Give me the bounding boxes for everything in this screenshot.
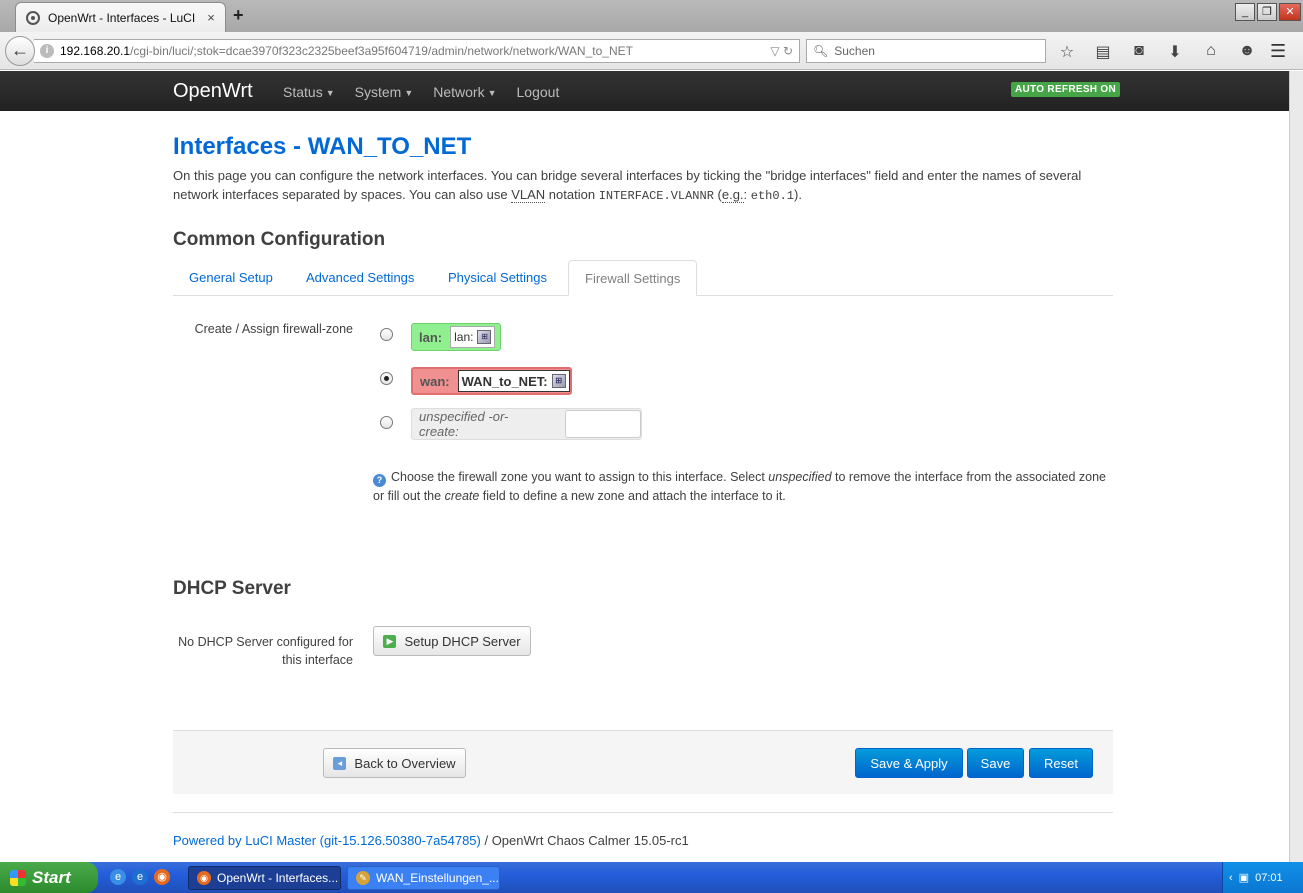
hamburger-menu-icon[interactable]: ☰ [1270, 41, 1286, 62]
firefox-icon: ◉ [197, 871, 211, 885]
url-bar[interactable]: i 192.168.20.1/cgi-bin/luci/;stok=dcae39… [34, 39, 800, 63]
pocket-icon[interactable]: ◙ [1128, 42, 1150, 62]
restore-button[interactable]: ❐ [1257, 3, 1277, 21]
nav-logout[interactable]: Logout [517, 84, 560, 100]
taskbar-item-firefox[interactable]: ◉ OpenWrt - Interfaces... [188, 866, 341, 890]
tab-firewall-settings[interactable]: Firewall Settings [568, 260, 698, 296]
save-apply-button[interactable]: Save & Apply [855, 748, 963, 778]
nav-status[interactable]: Status ▼ [283, 84, 335, 100]
tab-advanced-settings[interactable]: Advanced Settings [290, 260, 430, 296]
network-interface-icon: ⊞ [477, 330, 492, 344]
browser-tab[interactable]: OpenWrt - Interfaces - LuCI × [15, 2, 226, 32]
chevron-down-icon: ▼ [404, 88, 414, 99]
config-tabs: General Setup Advanced Settings Physical… [173, 260, 1113, 296]
luci-page: OpenWrt Status ▼ System ▼ Network ▼ Logout … [0, 71, 1289, 862]
browser-navbar: i 192.168.20.1/cgi-bin/luci/;stok=dcae39… [0, 32, 1303, 70]
tab-title: OpenWrt - Interfaces - LuCI [48, 10, 196, 25]
search-placeholder: Suchen [834, 44, 875, 58]
minimize-button[interactable]: _ [1235, 3, 1255, 21]
network-tray-icon[interactable]: ▣ [1239, 871, 1249, 884]
tab-close-icon[interactable]: × [203, 10, 219, 25]
chevron-down-icon: ▼ [487, 88, 497, 99]
quick-launch: e e ◉ [110, 869, 170, 885]
create-zone-input[interactable] [564, 410, 641, 438]
back-to-overview-button[interactable]: ◂ Back to Overview [323, 748, 466, 778]
firewall-zone-label: Create / Assign firewall-zone [194, 322, 353, 336]
page-scrollbar[interactable] [1289, 71, 1303, 862]
tab-physical-settings[interactable]: Physical Settings [432, 260, 563, 296]
start-button[interactable]: Start [0, 862, 98, 893]
download-icon[interactable]: ⬇ [1164, 42, 1186, 62]
nav-system[interactable]: System ▼ [355, 84, 414, 100]
dhcp-server-title: DHCP Server [173, 578, 291, 599]
tray-expand-icon[interactable]: ‹ [1229, 872, 1233, 884]
back-arrow-icon[interactable]: ← [5, 36, 35, 66]
windows-taskbar: Start e e ◉ ◉ OpenWrt - Interfaces... ✎ … [0, 862, 1303, 893]
explorer-icon[interactable]: e [110, 869, 126, 885]
nav-network[interactable]: Network ▼ [433, 84, 496, 100]
reset-button[interactable]: Reset [1029, 748, 1093, 778]
page-description: On this page you can configure the netwo… [173, 168, 1082, 203]
auto-refresh-badge[interactable]: AUTO REFRESH ON [1011, 82, 1120, 97]
firewall-hint: ? Choose the firewall zone you want to as… [373, 470, 1106, 503]
action-bar: ◂ Back to Overview Save & Apply Save Res… [173, 730, 1113, 794]
hello-icon[interactable]: ☻ [1236, 42, 1258, 62]
main-nav: Status ▼ System ▼ Network ▼ Logout [283, 84, 559, 100]
windows-logo-icon [10, 869, 26, 886]
setup-dhcp-button[interactable]: ▶ Setup DHCP Server [373, 626, 531, 656]
luci-link[interactable]: Powered by LuCI Master (git-15.126.50380… [173, 833, 481, 848]
close-window-button[interactable]: ✕ [1279, 3, 1301, 21]
url-path: /cgi-bin/luci/;stok=dcae3970f323c2325bee… [130, 44, 633, 58]
page-footer: Powered by LuCI Master (git-15.126.50380… [173, 812, 1113, 848]
site-info-icon[interactable]: i [40, 44, 54, 58]
taskbar-item-paint[interactable]: ✎ WAN_Einstellungen_... [347, 866, 500, 890]
firefox-icon[interactable]: ◉ [154, 869, 170, 885]
new-tab-button[interactable]: + [233, 5, 244, 26]
search-input[interactable]: 🔍︎ Suchen [806, 39, 1046, 63]
zone-wan-interface: WAN_to_NET: ⊞ [457, 370, 570, 392]
chevron-down-icon: ▼ [325, 88, 335, 99]
zone-wan[interactable]: wan: WAN_to_NET: ⊞ [411, 367, 572, 395]
url-host: 192.168.20.1 [60, 44, 131, 58]
paint-icon: ✎ [356, 871, 370, 885]
window-controls: _ ❐ ✕ [1235, 3, 1301, 21]
ie-icon[interactable]: e [132, 869, 148, 885]
zone-lan[interactable]: lan: lan: ⊞ [411, 323, 501, 351]
browser-titlebar: OpenWrt - Interfaces - LuCI × + _ ❐ ✕ [0, 0, 1303, 32]
bookmark-star-icon[interactable]: ☆ [1056, 42, 1078, 62]
dhcp-label: No DHCP Server configured for this inter… [178, 635, 353, 667]
home-icon[interactable]: ⌂ [1200, 42, 1222, 62]
tab-general-setup[interactable]: General Setup [173, 260, 289, 296]
page-title: Interfaces - WAN_TO_NET [173, 133, 472, 160]
zone-radio-lan[interactable] [380, 328, 393, 341]
play-icon: ▶ [383, 634, 397, 648]
luci-header: OpenWrt Status ▼ System ▼ Network ▼ Logout … [0, 71, 1289, 111]
brand-logo[interactable]: OpenWrt [173, 80, 253, 103]
back-icon: ◂ [333, 756, 347, 770]
common-config-title: Common Configuration [173, 229, 386, 250]
reading-list-icon[interactable]: ▤ [1092, 42, 1114, 62]
clock: 07:01 [1255, 871, 1283, 884]
browser-toolbar-icons: ☆ ▤ ◙ ⬇ ⌂ ☻ [1056, 42, 1258, 62]
zone-radio-wan[interactable] [380, 372, 393, 385]
openwrt-favicon-icon [26, 10, 40, 25]
zone-radio-unspecified[interactable] [380, 416, 393, 429]
help-icon: ? [373, 474, 386, 487]
system-tray: ‹ ▣ 07:01 [1222, 862, 1303, 893]
save-button[interactable]: Save [967, 748, 1024, 778]
search-icon: 🔍︎ [813, 44, 829, 58]
reload-icon[interactable]: ▽ ↻ [770, 44, 793, 58]
zone-lan-interface: lan: ⊞ [450, 326, 496, 348]
zone-unspecified[interactable]: unspecified -or- create: [411, 408, 642, 440]
network-interface-icon: ⊞ [551, 374, 566, 388]
